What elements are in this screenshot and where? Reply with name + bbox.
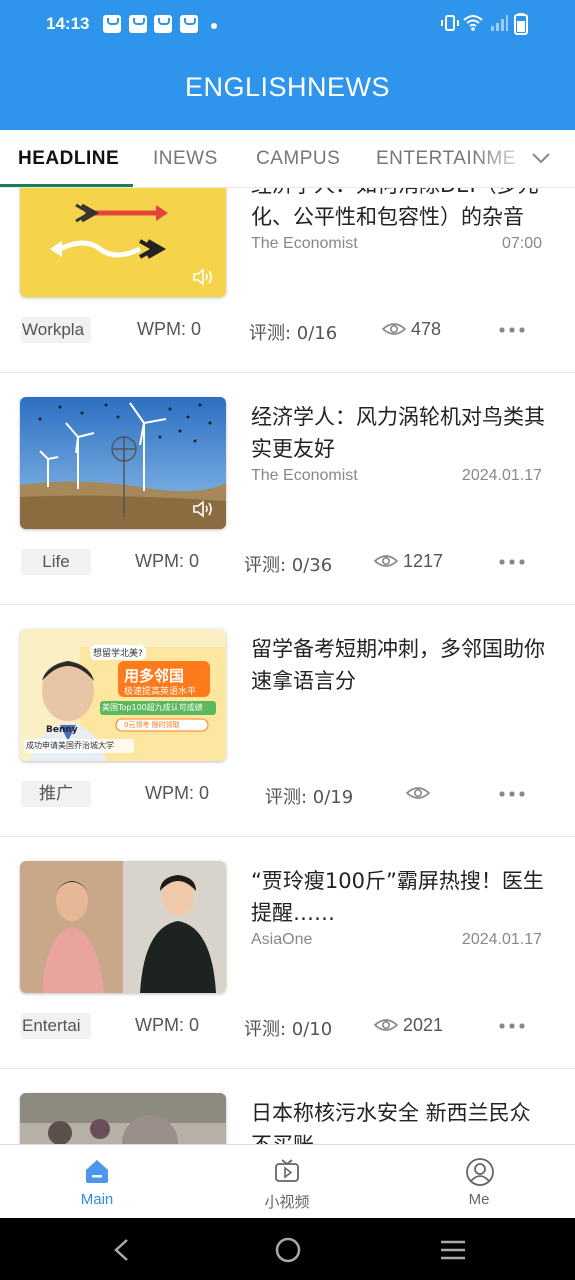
tab-headline[interactable]: HEADLINE xyxy=(18,148,119,170)
article-meta: Workpla WPM: 0 评测: 0/16 478 xyxy=(0,317,575,347)
nav-main-label: Main xyxy=(80,1191,114,1208)
ad-person-name: Benny xyxy=(46,725,78,735)
view-count-value: 2021 xyxy=(403,1015,444,1035)
news-item[interactable]: 日本称核污水安全 新西兰民众不买账 xyxy=(0,1069,575,1144)
article-headline[interactable]: “贾玲瘦100斤”霸屏热搜！医生提醒…… xyxy=(251,865,551,929)
wpm-value: WPM: 0 xyxy=(137,319,202,339)
category-tag: Workpla xyxy=(21,317,91,343)
tab-inews[interactable]: INEWS xyxy=(153,148,218,170)
more-notifications-dot xyxy=(211,23,217,29)
article-thumbnail xyxy=(20,861,226,993)
article-source: The Economist xyxy=(251,235,358,252)
more-options-icon[interactable] xyxy=(499,559,525,565)
more-options-icon[interactable] xyxy=(499,327,525,333)
notification-bag-icon xyxy=(180,15,198,33)
news-item[interactable]: 经济学人：如何消除DEI（多元化、公平性和包容性）的杂音 The Economi… xyxy=(0,188,575,373)
nav-short-video-label: 小视频 xyxy=(264,1194,310,1211)
wpm-value: WPM: 0 xyxy=(145,783,210,803)
more-options-icon[interactable] xyxy=(499,1023,525,1029)
article-date: 07:00 xyxy=(501,235,542,252)
back-icon[interactable] xyxy=(112,1238,132,1262)
vibrate-icon xyxy=(441,15,459,31)
notification-bag-icon xyxy=(103,15,121,33)
system-navigation-bar xyxy=(0,1218,575,1280)
status-bar: 14:13 xyxy=(0,10,575,40)
crowd-photo xyxy=(20,1093,226,1144)
promo-tag: 推广 xyxy=(21,781,91,807)
view-count-value: 1217 xyxy=(403,551,444,571)
profile-icon xyxy=(466,1158,494,1186)
nav-short-video[interactable]: 小视频 xyxy=(227,1145,347,1219)
notification-bag-icon xyxy=(154,15,172,33)
article-headline[interactable]: 留学备考短期冲刺，多邻国助你速拿语言分 xyxy=(251,633,551,697)
audio-speaker-icon xyxy=(193,500,212,518)
tab-campus[interactable]: CAMPUS xyxy=(256,148,340,170)
signal-icon xyxy=(491,15,508,31)
category-tabs: HEADLINE INEWS CAMPUS ENTERTAINME xyxy=(0,130,575,188)
nav-main[interactable]: Main xyxy=(37,1145,157,1219)
view-count-value: 478 xyxy=(411,319,442,339)
nav-me-label: Me xyxy=(468,1191,490,1208)
category-tag: Entertai xyxy=(21,1013,91,1039)
chevron-down-icon[interactable] xyxy=(529,146,553,170)
news-feed[interactable]: 经济学人：如何消除DEI（多元化、公平性和包容性）的杂音 The Economi… xyxy=(0,188,575,1144)
news-item[interactable]: 经济学人：风力涡轮机对鸟类其实更友好 The Economist 2024.01… xyxy=(0,373,575,605)
recents-menu-icon[interactable] xyxy=(439,1238,467,1262)
wifi-icon xyxy=(463,15,483,31)
score-value: 评测: 0/16 xyxy=(249,323,338,344)
news-item[interactable]: “贾玲瘦100斤”霸屏热搜！医生提醒…… AsiaOne 2024.01.17 … xyxy=(0,837,575,1069)
status-time: 14:13 xyxy=(46,14,90,33)
ad-caption: 成功申请美国乔治城大学 xyxy=(26,741,114,750)
article-headline[interactable]: 经济学人：如何消除DEI（多元化、公平性和包容性）的杂音 xyxy=(251,188,551,233)
app-title: ENGLISHNEWS xyxy=(184,72,391,102)
article-source: The Economist xyxy=(251,467,358,484)
score-value: 评测: 0/36 xyxy=(244,555,333,576)
eye-icon xyxy=(382,323,406,335)
ad-banner-image: 想留学北美? 用多邻国 极速提高英语水平 美国Top100超九成认可成绩 0元领… xyxy=(20,629,226,761)
ad-pill-text: 0元领考 限时领取 xyxy=(124,721,180,729)
article-thumbnail xyxy=(20,188,226,297)
battery-icon xyxy=(514,13,528,35)
article-source: AsiaOne xyxy=(251,931,313,948)
article-headline[interactable]: 经济学人：风力涡轮机对鸟类其实更友好 xyxy=(251,401,551,465)
nav-me[interactable]: Me xyxy=(419,1145,539,1219)
app-bar: 14:13 ENGLISHNEWS xyxy=(0,0,575,130)
home-circle-icon[interactable] xyxy=(274,1236,302,1264)
wpm-value: WPM: 0 xyxy=(135,1015,200,1035)
tab-fade xyxy=(475,130,535,187)
more-options-icon[interactable] xyxy=(499,791,525,797)
ad-bubble-text: 想留学北美? xyxy=(90,645,146,660)
score-value: 评测: 0/10 xyxy=(244,1019,333,1040)
article-meta: 推广 WPM: 0 评测: 0/19 xyxy=(0,781,575,811)
ad-sub-text: 极速提高英语水平 xyxy=(124,687,197,697)
bottom-navigation: Main 小视频 Me xyxy=(0,1144,575,1218)
article-meta: Entertai WPM: 0 评测: 0/10 2021 xyxy=(0,1013,575,1043)
category-tag: Life xyxy=(21,549,91,575)
promoted-item[interactable]: 想留学北美? 用多邻国 极速提高英语水平 美国Top100超九成认可成绩 0元领… xyxy=(0,605,575,837)
notification-bag-icon xyxy=(129,15,147,33)
audio-speaker-icon xyxy=(193,268,212,286)
ad-banner-text: 美国Top100超九成认可成绩 xyxy=(102,703,203,712)
article-meta: Life WPM: 0 评测: 0/36 1217 xyxy=(0,549,575,579)
article-thumbnail xyxy=(20,1093,226,1144)
article-date: 2024.01.17 xyxy=(461,931,542,948)
eye-icon xyxy=(406,787,430,799)
celebrity-photo xyxy=(20,861,226,993)
home-icon xyxy=(86,1160,108,1183)
wpm-value: WPM: 0 xyxy=(135,551,200,571)
score-value: 评测: 0/19 xyxy=(265,787,354,808)
article-headline[interactable]: 日本称核污水安全 新西兰民众不买账 xyxy=(251,1097,551,1144)
ad-main-text: 用多邻国 xyxy=(124,667,185,685)
eye-icon xyxy=(374,1019,398,1031)
article-thumbnail xyxy=(20,397,226,529)
video-icon xyxy=(275,1159,299,1182)
eye-icon xyxy=(374,555,398,567)
article-date: 2024.01.17 xyxy=(461,467,542,484)
